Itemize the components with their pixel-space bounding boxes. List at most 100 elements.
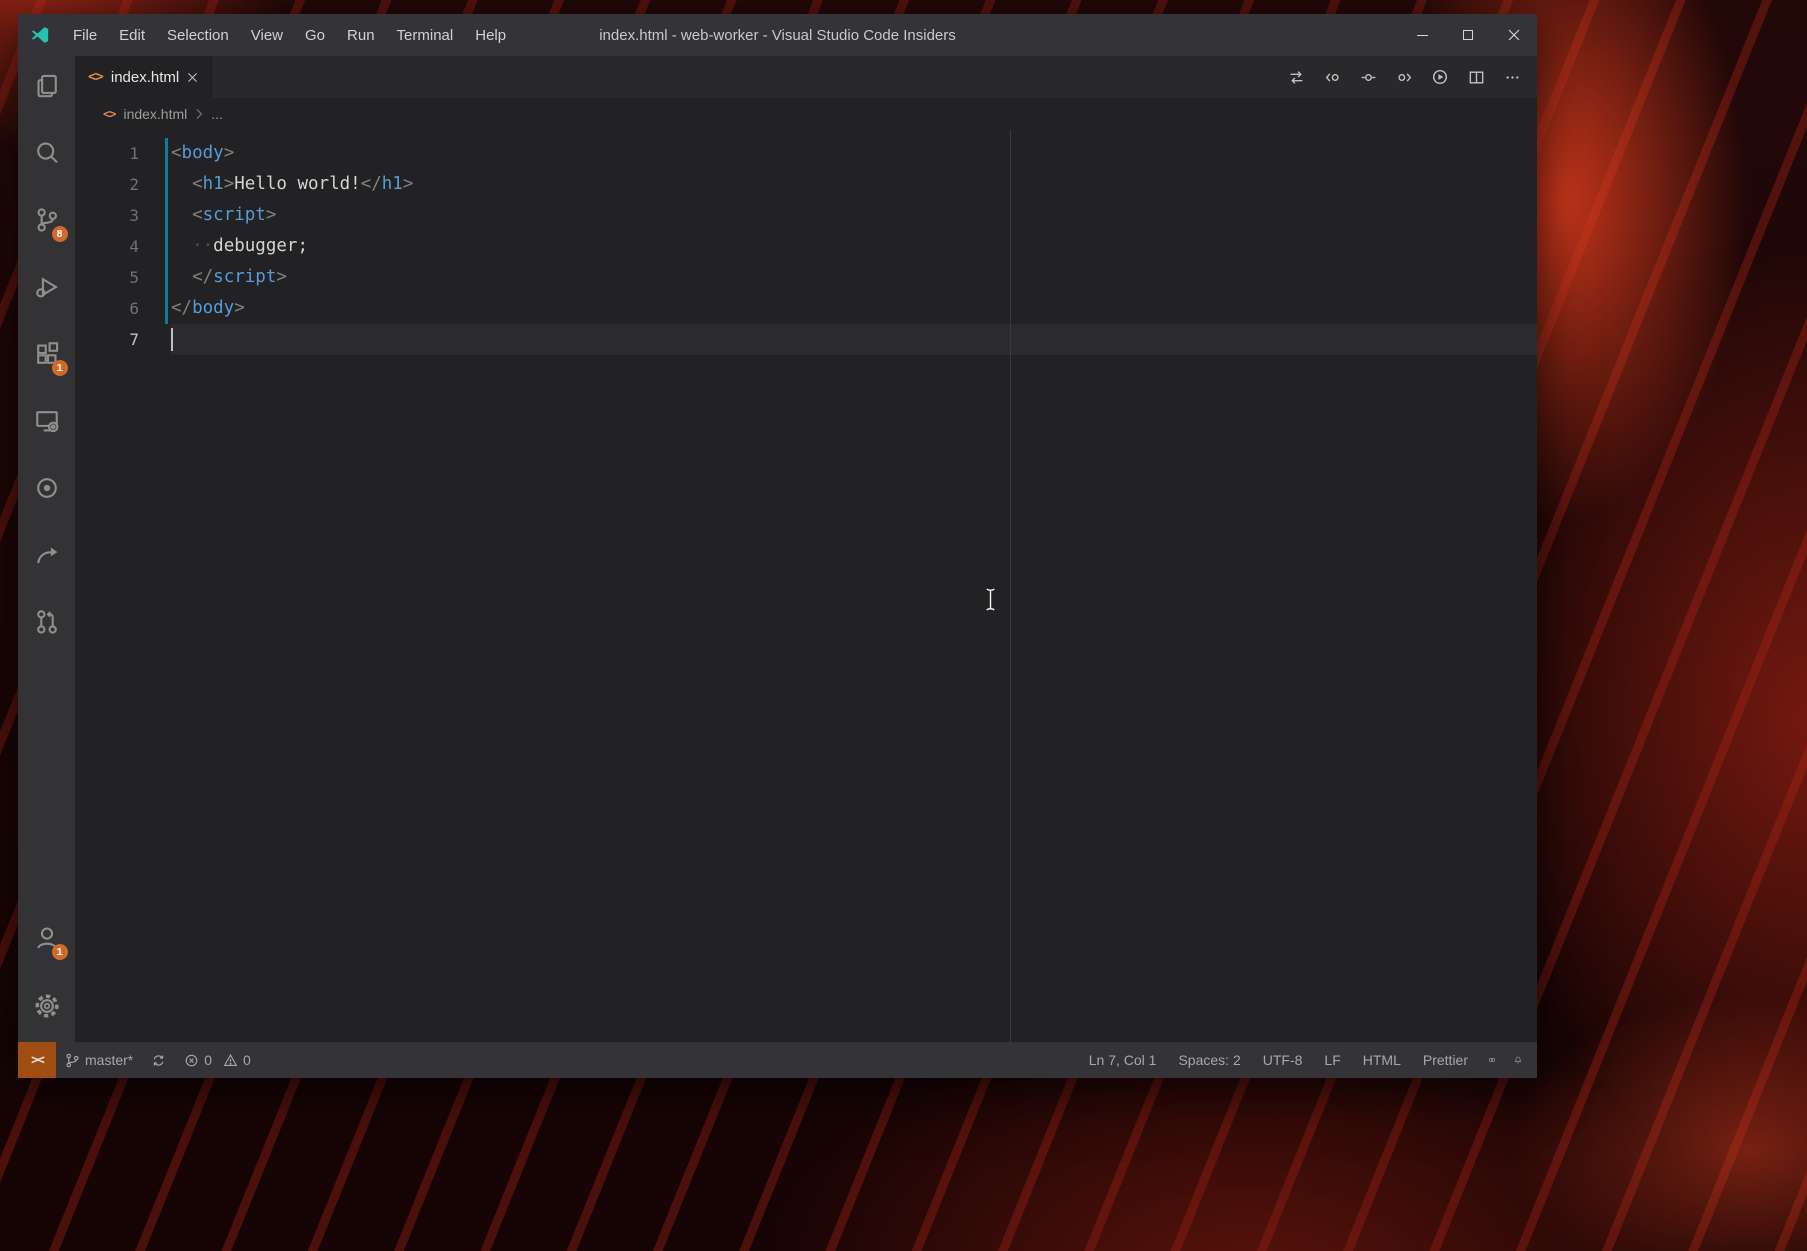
status-item-utf-8[interactable]: UTF-8 (1252, 1042, 1314, 1078)
activity-live-preview[interactable] (23, 464, 71, 512)
gear-icon (34, 993, 60, 1019)
status-item-ln-7-col-1[interactable]: Ln 7, Col 1 (1078, 1042, 1168, 1078)
extensions-badge: 1 (52, 360, 68, 376)
activity-search[interactable] (23, 129, 71, 177)
more-actions-icon (1504, 69, 1521, 86)
menu-item-edit[interactable]: Edit (108, 14, 156, 56)
status-item-html[interactable]: HTML (1352, 1042, 1412, 1078)
live-share-icon (34, 542, 60, 568)
main-row: 8 1 1 (18, 56, 1537, 1042)
files-icon (34, 73, 60, 99)
vscode-window: FileEditSelectionViewGoRunTerminalHelp i… (18, 14, 1537, 1078)
tab-index-html[interactable]: <> index.html (75, 56, 212, 98)
code-line-5[interactable]: </script> (171, 262, 1537, 293)
menu-item-file[interactable]: File (62, 14, 108, 56)
close-icon (1508, 29, 1520, 41)
minimize-icon (1417, 35, 1428, 36)
menu-item-run[interactable]: Run (336, 14, 386, 56)
warnings-count: 0 (243, 1052, 251, 1068)
editor-column: <> index.html (75, 56, 1537, 1042)
compare-changes-icon (1288, 69, 1305, 86)
chevron-right-icon (195, 108, 203, 120)
search-icon (34, 140, 60, 166)
more-actions-button[interactable] (1497, 62, 1527, 92)
close-button[interactable] (1491, 14, 1537, 56)
feedback-button[interactable] (1479, 1042, 1505, 1078)
run-debug-icon (34, 274, 60, 300)
text-caret (171, 328, 173, 351)
line-number-5: 5 (75, 262, 171, 293)
activity-run-debug[interactable] (23, 263, 71, 311)
activity-settings[interactable] (23, 982, 71, 1030)
breadcrumb-file-icon: <> (103, 107, 115, 121)
line-number-7: 7 (75, 324, 171, 355)
previous-change-icon (1324, 69, 1341, 86)
compare-changes-button[interactable] (1281, 62, 1311, 92)
status-right-items: Ln 7, Col 1Spaces: 2UTF-8LFHTMLPrettier (1078, 1042, 1479, 1078)
git-branch-item[interactable]: master* (56, 1042, 142, 1078)
menu-item-selection[interactable]: Selection (156, 14, 240, 56)
activity-bar-bottom: 1 (23, 914, 71, 1042)
branch-icon (65, 1053, 80, 1068)
code-editor[interactable]: 1234567 <body> <h1>Hello world!</h1> <sc… (75, 130, 1537, 1042)
git-modified-indicator (165, 138, 168, 324)
line-number-3: 3 (75, 200, 171, 231)
run-circle-icon (1431, 68, 1449, 86)
line-number-1: 1 (75, 138, 171, 169)
remote-indicator[interactable]: >< (18, 1042, 56, 1078)
line-number-6: 6 (75, 293, 171, 324)
breadcrumb-file[interactable]: index.html (123, 106, 187, 122)
tab-bar: <> index.html (75, 56, 1537, 98)
window-controls (1399, 14, 1537, 56)
activity-accounts[interactable]: 1 (23, 914, 71, 962)
menu-item-help[interactable]: Help (464, 14, 517, 56)
code-lines: <body> <h1>Hello world!</h1> <script> ··… (171, 138, 1537, 1042)
next-change-button[interactable] (1389, 62, 1419, 92)
split-editor-button[interactable] (1461, 62, 1491, 92)
source-control-badge: 8 (52, 226, 68, 242)
split-editor-icon (1468, 69, 1485, 86)
remote-explorer-icon (34, 408, 60, 434)
activity-github-pr[interactable] (23, 598, 71, 646)
previous-change-button[interactable] (1317, 62, 1347, 92)
activity-live-share[interactable] (23, 531, 71, 579)
menu-item-view[interactable]: View (240, 14, 294, 56)
activity-remote-explorer[interactable] (23, 397, 71, 445)
remote-icon: >< (31, 1053, 43, 1068)
html-file-icon: <> (88, 69, 103, 85)
breadcrumb-more[interactable]: ... (211, 106, 223, 122)
warnings-icon (223, 1053, 238, 1068)
line-number-2: 2 (75, 169, 171, 200)
sync-button[interactable] (142, 1042, 175, 1078)
code-line-2[interactable]: <h1>Hello world!</h1> (171, 169, 1537, 200)
code-line-3[interactable]: <script> (171, 200, 1537, 231)
code-line-1[interactable]: <body> (171, 138, 1537, 169)
bell-icon (1514, 1052, 1522, 1068)
menu-item-go[interactable]: Go (294, 14, 336, 56)
sync-icon (151, 1053, 166, 1068)
tab-close-icon[interactable] (187, 72, 198, 83)
gutter-indicators-button[interactable] (1353, 62, 1383, 92)
activity-extensions[interactable]: 1 (23, 330, 71, 378)
code-line-6[interactable]: </body> (171, 293, 1537, 324)
notifications-button[interactable] (1505, 1042, 1531, 1078)
code-line-7[interactable] (171, 324, 1537, 355)
status-item-prettier[interactable]: Prettier (1412, 1042, 1479, 1078)
activity-source-control[interactable]: 8 (23, 196, 71, 244)
vscode-insiders-logo-icon (18, 14, 62, 56)
problems-item[interactable]: 0 0 (175, 1042, 260, 1078)
next-change-icon (1396, 69, 1413, 86)
code-line-4[interactable]: ··debugger; (171, 231, 1537, 262)
window-title: index.html - web-worker - Visual Studio … (599, 14, 956, 56)
activity-bar: 8 1 1 (18, 56, 75, 1042)
activity-explorer[interactable] (23, 62, 71, 110)
run-file-button[interactable] (1425, 62, 1455, 92)
maximize-button[interactable] (1445, 14, 1491, 56)
status-item-lf[interactable]: LF (1313, 1042, 1351, 1078)
status-item-spaces-2[interactable]: Spaces: 2 (1167, 1042, 1251, 1078)
errors-icon (184, 1053, 199, 1068)
menu-item-terminal[interactable]: Terminal (386, 14, 465, 56)
minimize-button[interactable] (1399, 14, 1445, 56)
tab-label: index.html (111, 69, 179, 86)
errors-count: 0 (204, 1052, 212, 1068)
